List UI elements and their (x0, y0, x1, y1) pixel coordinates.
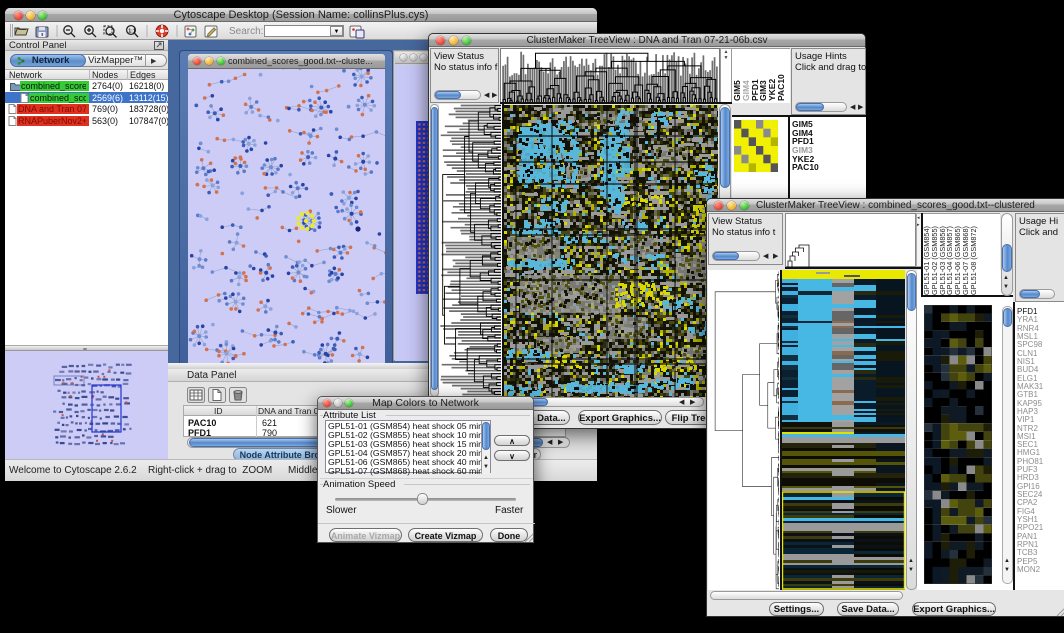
svg-text:Search:: Search: (229, 26, 263, 37)
svg-text:1:1: 1:1 (128, 28, 135, 34)
